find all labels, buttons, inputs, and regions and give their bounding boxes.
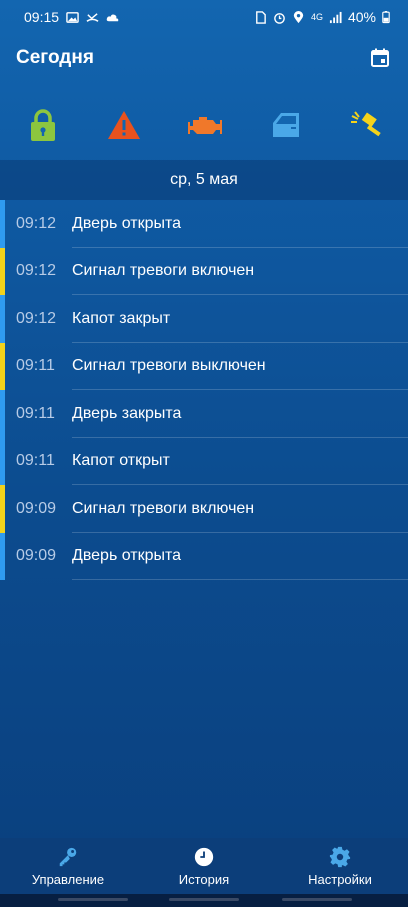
event-row[interactable]: 09:09 Дверь открыта — [0, 532, 408, 580]
event-text: Капот закрыт — [72, 309, 171, 327]
date-label: ср, 5 мая — [170, 171, 238, 188]
calendar-icon[interactable] — [368, 46, 392, 70]
event-text: Дверь открыта — [72, 547, 182, 565]
event-time: 09:11 — [16, 452, 55, 470]
network-type: 4G — [310, 12, 323, 22]
gesture-bar — [0, 894, 408, 907]
key-icon — [59, 847, 77, 866]
lock-icon[interactable] — [24, 106, 62, 144]
image-notification-icon — [66, 11, 79, 23]
event-time: 09:11 — [16, 404, 55, 422]
event-time: 09:11 — [16, 357, 55, 375]
event-row[interactable]: 09:12 Дверь открыта — [0, 200, 408, 248]
event-text: Дверь закрыта — [72, 404, 182, 422]
alarm-triangle-icon[interactable] — [105, 106, 143, 144]
event-accent-bar — [0, 485, 5, 533]
app-screen: 09:15 4G 40% Сегодня ср, 5 мая 09:12 Две… — [0, 0, 408, 907]
nav-label: Управление — [31, 871, 105, 887]
status-time: 09:15 — [24, 9, 60, 25]
event-accent-bar — [0, 390, 5, 438]
nav-history[interactable]: История — [136, 838, 272, 894]
event-row[interactable]: 09:11 Сигнал тревоги выключен — [0, 342, 408, 390]
shock-hammer-icon[interactable] — [348, 106, 386, 144]
sim-icon — [256, 10, 266, 24]
event-accent-bar — [0, 342, 5, 390]
alarm-clock-icon — [274, 12, 285, 24]
event-list: 09:12 Дверь открыта 09:12 Сигнал тревоги… — [0, 200, 408, 580]
engine-icon[interactable] — [186, 106, 224, 144]
page-title: Сегодня — [16, 47, 94, 68]
divider — [72, 579, 408, 580]
event-text: Сигнал тревоги включен — [72, 262, 255, 280]
event-text: Капот открыт — [72, 452, 170, 470]
event-accent-bar — [0, 247, 5, 295]
event-row[interactable]: 09:11 Капот открыт — [0, 437, 408, 485]
event-time: 09:12 — [16, 262, 57, 280]
signal-icon — [329, 11, 342, 23]
event-row[interactable]: 09:12 Капот закрыт — [0, 295, 408, 343]
nav-control[interactable]: Управление — [0, 838, 136, 894]
event-text: Дверь открыта — [72, 214, 182, 232]
event-time: 09:09 — [16, 499, 57, 517]
event-time: 09:09 — [16, 547, 57, 565]
date-header: ср, 5 мая — [0, 160, 408, 200]
battery-percent: 40% — [347, 9, 376, 25]
nav-label: Настройки — [308, 871, 372, 887]
nav-label: История — [178, 871, 230, 887]
event-text: Сигнал тревоги включен — [72, 499, 255, 517]
cloud-icon — [106, 13, 119, 21]
gear-icon — [329, 846, 351, 867]
bottom-navigation: Управление История Настройки — [0, 838, 408, 894]
app-bar: Сегодня — [0, 34, 408, 82]
event-time: 09:12 — [16, 214, 57, 232]
status-bar: 09:15 4G 40% — [0, 0, 408, 34]
sensor-status-row — [0, 90, 408, 160]
event-accent-bar — [0, 437, 5, 485]
nav-settings[interactable]: Настройки — [272, 838, 408, 894]
event-text: Сигнал тревоги выключен — [72, 357, 266, 375]
missed-call-icon — [86, 12, 99, 22]
event-row[interactable]: 09:11 Дверь закрыта — [0, 390, 408, 438]
battery-icon — [382, 11, 390, 24]
clock-icon — [194, 847, 214, 866]
event-time: 09:12 — [16, 309, 57, 327]
event-accent-bar — [0, 532, 5, 580]
event-row[interactable]: 09:12 Сигнал тревоги включен — [0, 247, 408, 295]
location-icon — [293, 10, 304, 23]
event-accent-bar — [0, 295, 5, 343]
event-row[interactable]: 09:09 Сигнал тревоги включен — [0, 485, 408, 533]
event-accent-bar — [0, 200, 5, 248]
door-icon[interactable] — [267, 106, 305, 144]
